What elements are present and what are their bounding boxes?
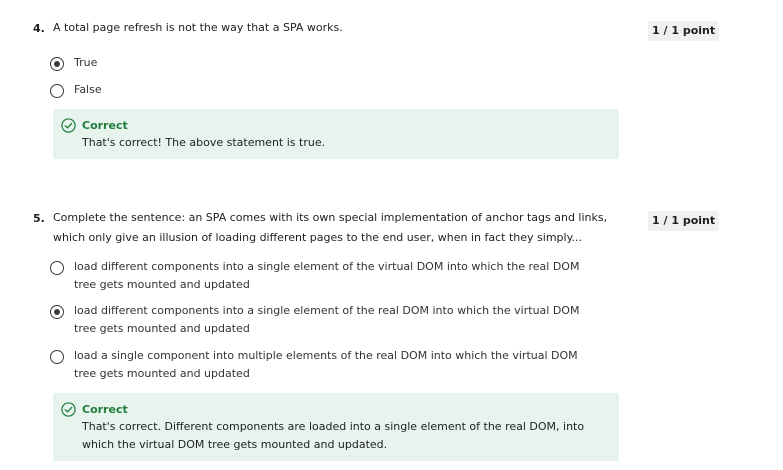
answer-option-label: True [74,56,98,69]
feedback-box: Correct That's correct! The above statem… [53,109,619,159]
check-circle-icon [61,402,76,417]
radio-button-icon[interactable] [50,350,64,364]
check-circle-icon [61,118,76,133]
feedback-text: That's correct! The above statement is t… [82,136,326,149]
answer-option-label: load different components into a single … [74,260,580,291]
points-badge: 1 / 1 point [648,21,720,41]
radio-button-icon[interactable] [50,305,64,319]
answer-option-label: load different components into a single … [74,304,580,335]
feedback-box: Correct That's correct. Different compon… [53,393,619,461]
question-number: 4. [33,22,45,35]
answer-option-label: False [74,83,102,96]
feedback-text: That's correct. Different components are… [82,420,585,451]
radio-button-icon[interactable] [50,57,64,71]
radio-button-icon[interactable] [50,84,64,98]
radio-button-icon[interactable] [50,261,64,275]
quiz-results-page: 4. A total page refresh is not the way t… [0,0,783,470]
question-text: Complete the sentence: an SPA comes with… [53,211,608,244]
answer-option-label: load a single component into multiple el… [74,349,578,380]
points-badge: 1 / 1 point [648,211,720,231]
question-text: A total page refresh is not the way that… [53,21,343,34]
feedback-title: Correct [82,119,128,132]
feedback-title: Correct [82,403,128,416]
question-number: 5. [33,212,45,225]
